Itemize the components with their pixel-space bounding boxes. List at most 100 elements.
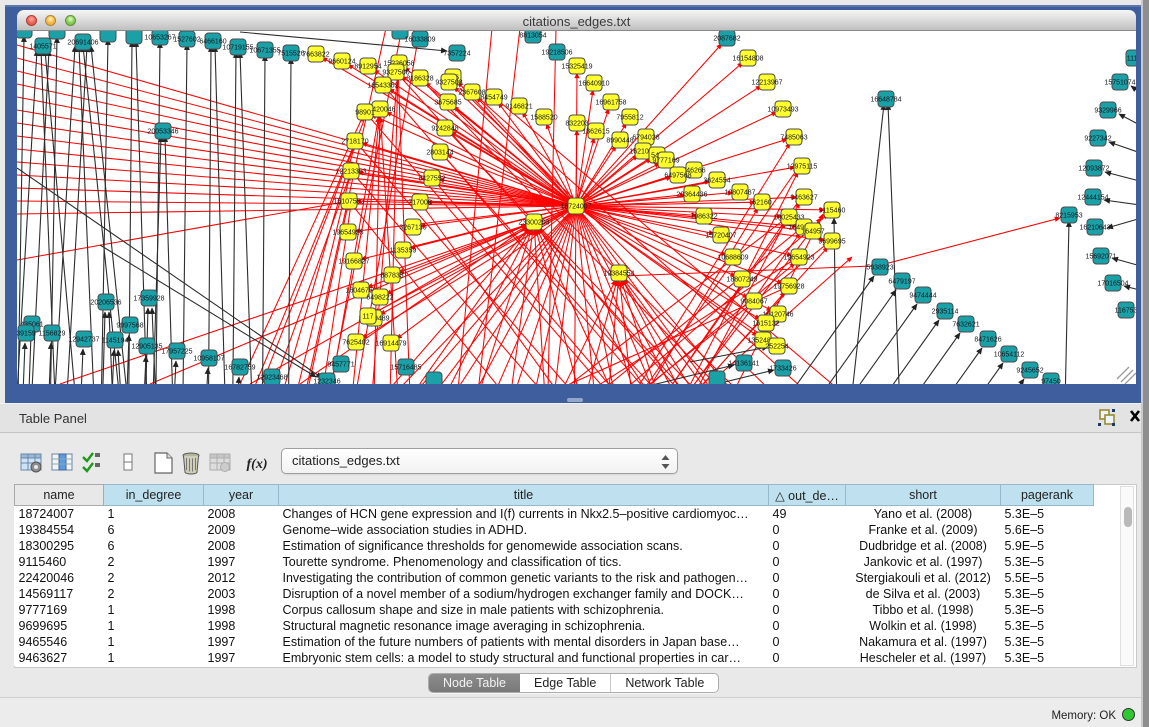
svg-text:15751074: 15751074: [1104, 80, 1135, 87]
svg-text:9242848: 9242848: [431, 126, 458, 133]
svg-text:5938923: 5938923: [866, 265, 893, 272]
svg-text:16961758: 16961758: [595, 100, 626, 107]
svg-text:15692071: 15692071: [1085, 254, 1116, 261]
svg-text:19654925: 19654925: [332, 230, 363, 237]
svg-text:16154808: 16154808: [732, 56, 763, 63]
svg-text:9457771: 9457771: [327, 362, 354, 369]
svg-text:1615132: 1615132: [752, 321, 779, 328]
svg-text:19218506: 19218506: [541, 50, 572, 57]
svg-text:887833: 887833: [380, 273, 403, 280]
svg-text:16640910: 16640910: [578, 81, 609, 88]
svg-text:12444154: 12444154: [1077, 195, 1108, 202]
svg-text:3624554: 3624554: [703, 178, 730, 185]
svg-text:19654923: 19654923: [783, 255, 814, 262]
svg-text:17359928: 17359928: [133, 296, 164, 303]
svg-text:9463627: 9463627: [790, 195, 817, 202]
svg-text:12942737: 12942737: [68, 337, 99, 344]
svg-text:10958107: 10958107: [193, 356, 224, 363]
svg-text:9699695: 9699695: [818, 239, 845, 246]
svg-text:9115460: 9115460: [819, 208, 846, 215]
svg-text:1527602: 1527602: [173, 37, 200, 44]
svg-text:62160: 62160: [752, 200, 772, 207]
svg-text:2087682: 2087682: [713, 36, 740, 43]
svg-text:f(x): f(x): [247, 457, 268, 472]
svg-text:8427552: 8427552: [418, 176, 445, 183]
svg-text:15325419: 15325419: [561, 64, 592, 71]
svg-text:9146821: 9146821: [505, 104, 532, 111]
svg-text:2718170: 2718170: [341, 139, 368, 146]
svg-text:9227342: 9227342: [1084, 136, 1111, 143]
svg-text:10973493: 10973493: [767, 107, 798, 114]
svg-text:16648784: 16648784: [870, 97, 901, 104]
svg-text:1588520: 1588520: [530, 115, 557, 122]
svg-text:116753: 116753: [1115, 308, 1136, 315]
svg-text:19166827: 19166827: [338, 259, 369, 266]
svg-text:16914479: 16914479: [375, 341, 406, 348]
svg-text:16107553: 16107553: [333, 199, 364, 206]
svg-text:18807249: 18807249: [726, 277, 757, 284]
svg-text:19384554: 19384554: [603, 271, 634, 278]
svg-text:7955812: 7955812: [616, 115, 643, 122]
svg-text:15720407: 15720407: [705, 233, 736, 240]
svg-text:9327508: 9327508: [435, 80, 462, 87]
svg-text:1156829: 1156829: [39, 331, 66, 338]
svg-text:12213967: 12213967: [751, 80, 782, 87]
svg-text:3675685: 3675685: [434, 100, 461, 107]
svg-text:16033809: 16033809: [404, 37, 435, 44]
svg-text:16210643: 16210643: [1079, 225, 1110, 232]
svg-text:20053346: 20053346: [147, 129, 178, 136]
svg-text:18724007: 18724007: [560, 204, 591, 211]
svg-text:7663822: 7663822: [302, 52, 329, 59]
svg-text:12213363: 12213363: [335, 169, 366, 176]
svg-text:10688609: 10688609: [717, 255, 748, 262]
svg-text:7485063: 7485063: [780, 135, 807, 142]
svg-text:8471626: 8471626: [974, 337, 1001, 344]
svg-text:1405571: 1405571: [29, 44, 56, 51]
svg-text:3267130: 3267130: [399, 225, 426, 232]
svg-text:98901: 98901: [355, 110, 375, 117]
svg-text:9777169: 9777169: [652, 158, 679, 165]
svg-text:9245652: 9245652: [1016, 368, 1043, 375]
svg-text:10807487: 10807487: [724, 190, 755, 197]
svg-text:20206536: 20206536: [90, 300, 121, 307]
svg-text:15716485: 15716485: [390, 365, 421, 372]
svg-text:10653267: 10653267: [144, 35, 175, 42]
svg-text:12975115: 12975115: [787, 164, 818, 171]
svg-text:39159: 39159: [17, 331, 36, 338]
svg-text:8813054: 8813054: [519, 33, 546, 40]
svg-text:1117: 1117: [1127, 56, 1136, 63]
svg-text:6479197: 6479197: [888, 279, 915, 286]
svg-text:6794028: 6794028: [632, 135, 659, 142]
svg-text:1145194: 1145194: [102, 338, 129, 345]
svg-text:2935114: 2935114: [932, 309, 959, 316]
svg-text:7625402: 7625402: [342, 340, 369, 347]
svg-text:6497568: 6497568: [664, 173, 691, 180]
svg-text:1362615: 1362615: [582, 129, 609, 136]
svg-text:16543362: 16543362: [367, 83, 398, 90]
svg-text:832203: 832203: [565, 121, 588, 128]
svg-text:7632621: 7632621: [952, 322, 979, 329]
svg-text:12923468: 12923468: [256, 375, 287, 382]
svg-text:8454749: 8454749: [480, 95, 507, 102]
svg-text:9997568: 9997568: [116, 323, 143, 330]
svg-text:252254: 252254: [765, 344, 788, 351]
svg-text:9329966: 9329966: [1094, 108, 1121, 115]
svg-text:8186328: 8186328: [406, 76, 433, 83]
svg-text:8912954: 8912954: [354, 64, 381, 71]
svg-text:9084067: 9084067: [740, 299, 767, 306]
svg-text:8215953: 8215953: [1055, 213, 1082, 220]
svg-text:12905135: 12905135: [131, 344, 162, 351]
svg-text:1232346: 1232346: [313, 379, 340, 385]
svg-text:10671355: 10671355: [249, 48, 280, 55]
svg-text:9474444: 9474444: [909, 293, 936, 300]
svg-text:7515526: 7515526: [277, 51, 304, 58]
svg-text:20691406: 20691406: [67, 40, 98, 47]
svg-text:16782759: 16782759: [224, 365, 255, 372]
svg-text:717006: 717006: [408, 200, 431, 207]
svg-text:10654112: 10654112: [994, 352, 1025, 359]
svg-text:1135359: 1135359: [390, 248, 417, 255]
svg-text:8990448: 8990448: [606, 138, 633, 145]
svg-text:164957: 164957: [801, 229, 824, 236]
svg-text:17016504: 17016504: [1097, 281, 1128, 288]
svg-text:14136141: 14136141: [728, 361, 759, 368]
